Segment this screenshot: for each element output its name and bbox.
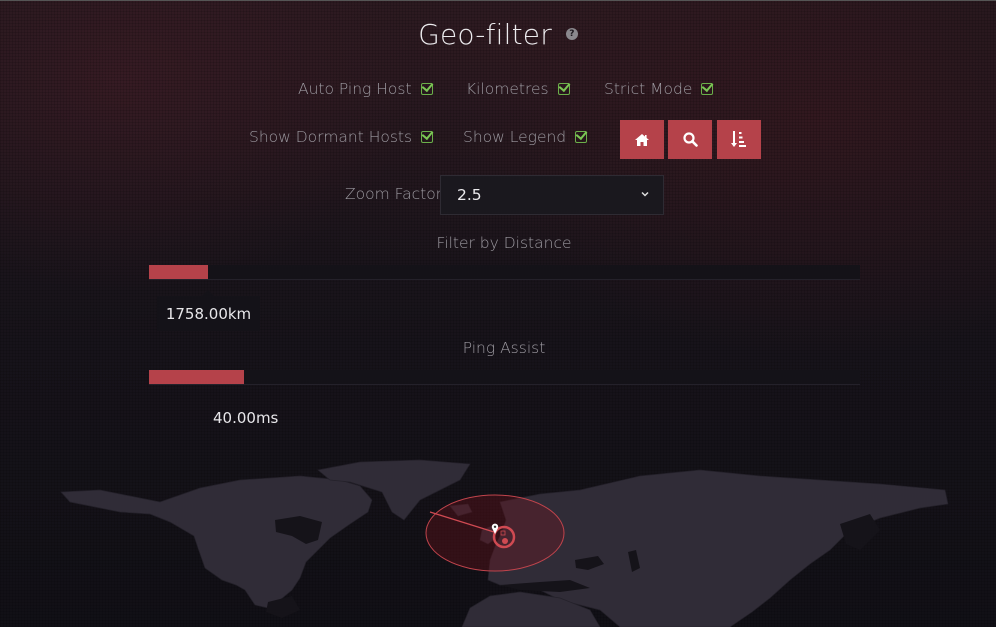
- option-show-legend[interactable]: Show Legend: [463, 128, 588, 146]
- option-label: Strict Mode: [604, 80, 693, 98]
- check-square-icon[interactable]: [421, 131, 434, 143]
- home-icon: [635, 133, 649, 146]
- search-button[interactable]: [668, 120, 712, 159]
- check-square-icon[interactable]: [420, 83, 433, 95]
- option-strict-mode[interactable]: Strict Mode: [604, 80, 714, 98]
- option-kilometres[interactable]: Kilometres: [466, 80, 570, 98]
- zoom-factor-value: 2.5: [457, 186, 482, 204]
- option-auto-ping-host[interactable]: Auto Ping Host: [298, 80, 433, 98]
- ping-assist-slider[interactable]: [149, 370, 860, 385]
- option-label: Auto Ping Host: [298, 80, 412, 98]
- north-america: [60, 475, 373, 609]
- check-square-icon[interactable]: [575, 131, 588, 143]
- check-square-icon[interactable]: [701, 83, 714, 95]
- chevron-down-icon: [641, 191, 649, 197]
- page-title: Geo-filter?: [0, 18, 996, 51]
- distance-slider-fill[interactable]: [149, 265, 208, 279]
- option-show-dormant-hosts[interactable]: Show Dormant Hosts: [249, 128, 434, 146]
- ping-assist-slider-fill[interactable]: [149, 370, 245, 384]
- geo-filter-panel: Geo-filter? Auto Ping Host Kilometres St…: [0, 0, 996, 627]
- question-circle-icon[interactable]: ?: [565, 28, 578, 40]
- home-button[interactable]: [620, 120, 664, 159]
- host-dot[interactable]: [502, 538, 508, 544]
- option-label: Show Legend: [463, 128, 567, 146]
- distance-slider[interactable]: [149, 265, 860, 280]
- ping-assist-value: 40.00ms: [213, 409, 279, 427]
- sort-amount-icon: [731, 131, 746, 147]
- sort-button[interactable]: [717, 120, 761, 159]
- distance-value-tooltip: 1758.00km: [157, 290, 260, 331]
- option-label: Show Dormant Hosts: [249, 128, 413, 146]
- ping-assist-label: Ping Assist: [462, 339, 546, 357]
- page-title-text: Geo-filter: [418, 18, 552, 51]
- distance-filter-label: Filter by Distance: [436, 234, 572, 252]
- zoom-factor-label: Zoom Factor: [345, 185, 443, 203]
- search-icon: [682, 132, 698, 147]
- check-square-icon[interactable]: [557, 83, 570, 95]
- option-label: Kilometres: [466, 80, 549, 98]
- zoom-factor-select[interactable]: 2.5: [440, 175, 664, 215]
- range-overlay: [425, 494, 565, 572]
- world-map[interactable]: [0, 440, 996, 627]
